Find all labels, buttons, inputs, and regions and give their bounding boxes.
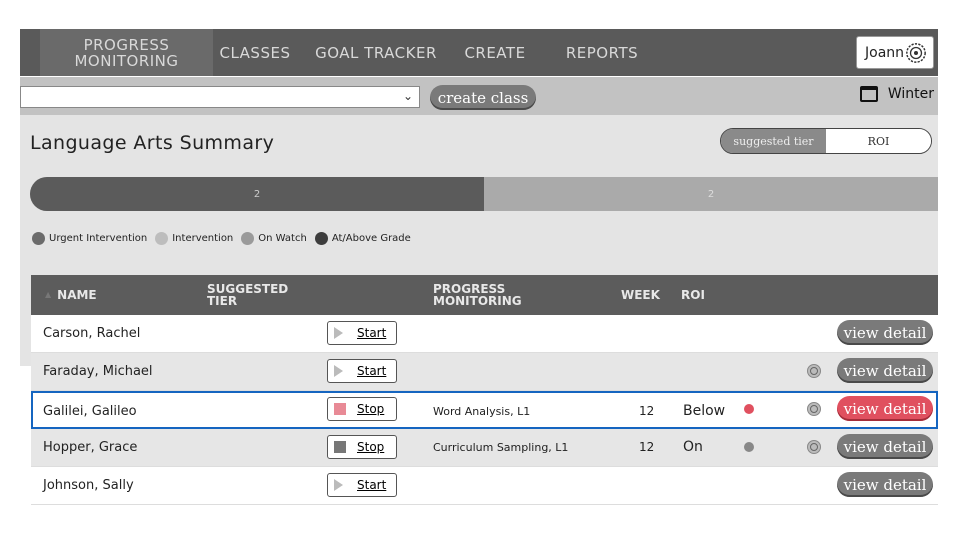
- table-row-selected[interactable]: Galilei, Galileo Stop Word Analysis, L1 …: [31, 391, 938, 429]
- start-button[interactable]: Start: [327, 321, 397, 345]
- week-value: 12: [639, 404, 655, 418]
- pm-measure: Curriculum Sampling, L1: [433, 440, 569, 454]
- stop-button[interactable]: Stop: [327, 435, 397, 459]
- legend-dot-icon: [32, 232, 45, 245]
- history-icon[interactable]: [806, 401, 822, 417]
- roi-status-dot: [744, 442, 754, 452]
- stop-icon: [334, 441, 346, 453]
- header-progress-monitoring[interactable]: PROGRESS MONITORING: [433, 275, 522, 315]
- history-icon[interactable]: [806, 363, 822, 379]
- tier-segment-intervention[interactable]: 2: [484, 177, 938, 211]
- page-title: Language Arts Summary: [30, 132, 275, 154]
- tier-legend: Urgent Intervention Intervention On Watc…: [32, 232, 419, 245]
- legend-label: On Watch: [258, 233, 307, 244]
- gear-icon: [906, 43, 926, 63]
- stop-label: Stop: [357, 402, 385, 416]
- app-root: PROGRESS MONITORING CLASSES GOAL TRACKER…: [0, 0, 960, 540]
- header-week[interactable]: WEEK: [621, 275, 660, 315]
- header-tier-line2: TIER: [207, 294, 238, 308]
- start-label: Start: [357, 326, 387, 340]
- table-row[interactable]: Hopper, Grace Stop Curriculum Sampling, …: [31, 429, 938, 467]
- user-menu[interactable]: Joann: [856, 36, 934, 69]
- start-label: Start: [357, 478, 387, 492]
- nav-classes[interactable]: CLASSES: [210, 29, 300, 76]
- table-row[interactable]: Carson, Rachel Start view detail: [31, 315, 938, 353]
- table-row[interactable]: Johnson, Sally Start view detail: [31, 467, 938, 505]
- stop-button[interactable]: Stop: [327, 397, 397, 421]
- tier-segment-at-above[interactable]: 2: [30, 177, 484, 211]
- table-header: ▲ NAME SUGGESTED TIER PROGRESS MONITORIN…: [31, 275, 938, 315]
- nav-progress-label-2: MONITORING: [74, 51, 179, 70]
- play-icon: [334, 479, 343, 491]
- roi-value: Below: [683, 403, 726, 419]
- roi-value: On: [683, 439, 703, 455]
- start-button[interactable]: Start: [327, 359, 397, 383]
- table-row[interactable]: Faraday, Michael Start view detail: [31, 353, 938, 391]
- header-roi[interactable]: ROI: [681, 275, 705, 315]
- nav-reports[interactable]: REPORTS: [554, 29, 650, 76]
- student-name[interactable]: Galilei, Galileo: [43, 393, 137, 429]
- week-value: 12: [639, 440, 655, 454]
- legend-label: Intervention: [172, 233, 234, 244]
- legend-label: Urgent Intervention: [49, 233, 148, 244]
- header-pm-line2: MONITORING: [433, 294, 522, 308]
- student-name[interactable]: Faraday, Michael: [43, 353, 153, 389]
- toggle-suggested-tier[interactable]: suggested tier: [721, 129, 826, 153]
- play-icon: [334, 327, 343, 339]
- legend-item: On Watch: [241, 232, 307, 245]
- stop-icon: [334, 403, 346, 415]
- nav-progress-monitoring[interactable]: PROGRESS MONITORING: [40, 29, 213, 76]
- roi-status-dot: [744, 404, 754, 414]
- student-table: ▲ NAME SUGGESTED TIER PROGRESS MONITORIN…: [31, 275, 938, 505]
- create-class-button[interactable]: create class: [430, 85, 536, 110]
- view-toggle: suggested tier ROI: [720, 128, 932, 154]
- legend-label: At/Above Grade: [331, 233, 411, 244]
- season-selector[interactable]: Winter: [859, 86, 934, 102]
- season-label: Winter: [887, 86, 934, 102]
- history-icon[interactable]: [806, 439, 822, 455]
- legend-item: At/Above Grade: [314, 232, 411, 245]
- chevron-down-icon: ⌄: [402, 89, 413, 103]
- view-detail-button[interactable]: view detail: [837, 358, 933, 383]
- view-detail-button[interactable]: view detail: [837, 434, 933, 459]
- legend-item: Intervention: [155, 232, 233, 245]
- header-name[interactable]: ▲ NAME: [45, 275, 97, 315]
- view-detail-button[interactable]: view detail: [837, 396, 933, 421]
- toggle-roi[interactable]: ROI: [826, 129, 931, 153]
- sort-icon: ▲: [45, 290, 52, 299]
- play-icon: [334, 365, 343, 377]
- view-detail-button[interactable]: view detail: [837, 472, 933, 497]
- nav-create[interactable]: CREATE: [450, 29, 540, 76]
- pm-measure: Word Analysis, L1: [433, 404, 531, 418]
- student-name[interactable]: Carson, Rachel: [43, 315, 140, 351]
- class-select[interactable]: ⌄: [20, 86, 420, 108]
- start-label: Start: [357, 364, 387, 378]
- stop-label: Stop: [357, 440, 385, 454]
- class-toolbar: ⌄ create class Winter: [20, 77, 938, 115]
- tier-distribution-bar: 2 2: [30, 177, 938, 211]
- calendar-icon: [859, 86, 878, 102]
- legend-dot-icon: [155, 232, 169, 245]
- legend-dot-icon: [241, 232, 255, 245]
- header-suggested-tier[interactable]: SUGGESTED TIER: [207, 275, 288, 315]
- legend-dot-icon: [314, 232, 328, 245]
- header-name-label: NAME: [57, 288, 97, 302]
- top-nav: PROGRESS MONITORING CLASSES GOAL TRACKER…: [20, 29, 938, 76]
- start-button[interactable]: Start: [327, 473, 397, 497]
- nav-progress-label-1: PROGRESS: [83, 35, 170, 54]
- student-name[interactable]: Hopper, Grace: [43, 429, 137, 465]
- user-name: Joann: [865, 44, 905, 61]
- nav-goal-tracker[interactable]: GOAL TRACKER: [306, 29, 446, 76]
- view-detail-button[interactable]: view detail: [837, 320, 933, 345]
- legend-item: Urgent Intervention: [32, 232, 147, 245]
- student-name[interactable]: Johnson, Sally: [43, 467, 134, 503]
